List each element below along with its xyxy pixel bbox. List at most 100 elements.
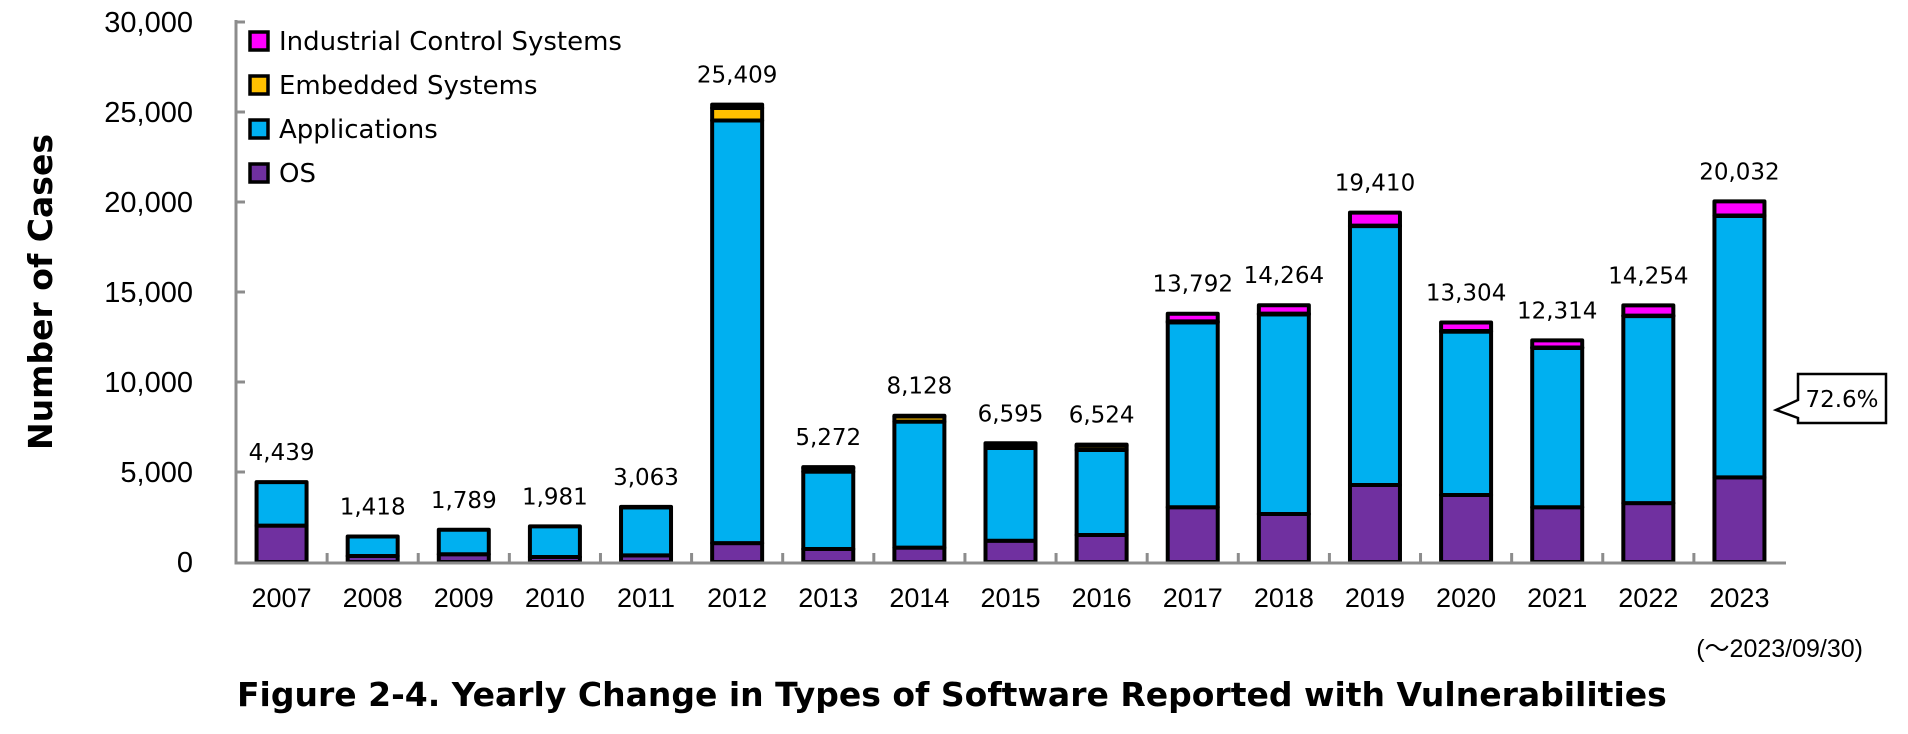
total-label: 1,418 (340, 494, 406, 520)
bar-stack-2022 (1621, 303, 1676, 565)
x-tick-label: 2008 (343, 583, 403, 613)
x-tick-label: 2023 (1709, 583, 1769, 613)
bar-segment-applications (1347, 223, 1402, 487)
bar-segment-applications (892, 419, 947, 550)
bar-stack-2012 (710, 102, 765, 564)
bar-segment-os (1165, 505, 1220, 564)
bar-segment-industrial-control-systems (710, 102, 765, 111)
x-tick-label: 2013 (798, 583, 858, 613)
x-tick-label: 2021 (1527, 583, 1587, 613)
bar-stack-2008 (345, 534, 400, 564)
legend-swatch-os (248, 162, 270, 184)
bar-segment-os (1621, 501, 1676, 565)
total-label: 13,304 (1426, 281, 1506, 307)
bar-segment-industrial-control-systems (1712, 199, 1767, 218)
legend-swatch-industrial-control-systems (248, 30, 270, 52)
y-tick-label: 10,000 (104, 367, 193, 399)
x-tick-label: 2015 (980, 583, 1040, 613)
total-label: 6,524 (1069, 403, 1135, 429)
bar-segment-os (892, 545, 947, 564)
total-label: 6,595 (978, 401, 1044, 427)
total-label: 8,128 (886, 374, 952, 400)
bar-segment-industrial-control-systems (1165, 311, 1220, 324)
bar-segment-applications (527, 524, 582, 559)
total-label: 4,439 (249, 440, 315, 466)
bar-segment-os (1347, 482, 1402, 564)
bar-segment-applications (619, 505, 674, 558)
bar-stack-2007 (254, 480, 309, 565)
total-label: 12,314 (1517, 298, 1597, 324)
bar-segment-os (1074, 533, 1129, 564)
callout: 72.6% (1772, 372, 1888, 425)
legend-swatch-embedded-systems (248, 74, 270, 96)
bar-segment-industrial-control-systems (892, 413, 947, 419)
bar-segment-os (254, 523, 309, 565)
bar-segment-industrial-control-systems (1530, 338, 1585, 350)
date-note: (～2023/09/30) (1696, 635, 1863, 663)
y-tick-label: 5,000 (120, 457, 193, 489)
bar-stack-2020 (1439, 320, 1494, 565)
bar-segment-os (983, 538, 1038, 565)
x-tick-label: 2018 (1254, 583, 1314, 613)
y-tick-label: 25,000 (104, 97, 193, 129)
y-tick-label: 15,000 (104, 277, 193, 309)
bar-segment-industrial-control-systems (983, 441, 1038, 447)
bar-segment-industrial-control-systems (1074, 442, 1129, 448)
bar-stack-2009 (436, 527, 491, 565)
x-tick-label: 2012 (707, 583, 767, 613)
y-axis-title: Number of Cases (21, 134, 60, 450)
bar-segment-applications (1256, 312, 1311, 516)
bar-segment-industrial-control-systems (1347, 210, 1402, 228)
bar-segment-industrial-control-systems (1439, 320, 1494, 334)
legend: Industrial Control Systems Embedded Syste… (248, 27, 622, 189)
total-label: 1,981 (522, 484, 588, 510)
bar-stack-2018 (1256, 303, 1311, 565)
total-label: 13,792 (1152, 272, 1232, 298)
bar-stack-2010 (527, 524, 582, 565)
bar-segment-industrial-control-systems (801, 465, 856, 471)
bar-segment-os (1256, 511, 1311, 565)
figure-title: Figure 2-4. Yearly Change in Types of So… (237, 675, 1667, 714)
bar-segment-applications (983, 446, 1038, 543)
bar-segment-applications (1712, 213, 1767, 480)
total-label: 5,272 (795, 425, 861, 451)
bar-segment-applications (1621, 313, 1676, 506)
bar-segment-applications (1530, 345, 1585, 510)
y-tick-label: 30,000 (104, 7, 193, 39)
stacked-bar-chart: Number of Cases 0 5,000 10,000 15,000 20,000… (21, 7, 1888, 714)
bar-segment-applications (436, 527, 491, 557)
x-tick-label: 2009 (434, 583, 494, 613)
bar-segment-industrial-control-systems (1256, 303, 1311, 316)
bar-stack-2016 (1074, 442, 1129, 564)
total-label: 14,254 (1608, 263, 1688, 289)
legend-label: Industrial Control Systems (279, 27, 622, 57)
y-tick-label: 20,000 (104, 187, 193, 219)
bar-stack-2017 (1165, 311, 1220, 564)
bar-stack-2019 (1347, 210, 1402, 564)
x-tick-label: 2007 (252, 583, 312, 613)
x-tick-label: 2020 (1436, 583, 1496, 613)
total-label: 25,409 (697, 63, 777, 89)
x-tick-label: 2022 (1618, 583, 1678, 613)
total-label: 1,789 (431, 488, 497, 514)
bar-segment-applications (345, 534, 400, 559)
bar-segment-os (710, 541, 765, 564)
bar-stack-2023 (1712, 199, 1767, 564)
bar-segment-os (1439, 493, 1494, 565)
bar-stack-2014 (892, 413, 947, 564)
x-tick-label: 2016 (1072, 583, 1132, 613)
bar-segment-os (1530, 505, 1585, 564)
x-tick-label: 2017 (1163, 583, 1223, 613)
x-tick-label: 2010 (525, 583, 585, 613)
bar-stack-2015 (983, 441, 1038, 565)
bar-segment-industrial-control-systems (1621, 303, 1676, 318)
bar-segment-applications (254, 480, 309, 528)
legend-label: Applications (279, 115, 438, 145)
legend-label: OS (279, 159, 316, 189)
y-tick-label: 0 (177, 547, 193, 579)
callout-text: 72.6% (1805, 387, 1878, 413)
bar-segment-applications (801, 469, 856, 552)
y-axis-ticks: 0 5,000 10,000 15,000 20,000 25,000 30,000 (104, 7, 245, 579)
bar-stack-2011 (619, 504, 674, 565)
bar-segment-applications (710, 118, 765, 546)
